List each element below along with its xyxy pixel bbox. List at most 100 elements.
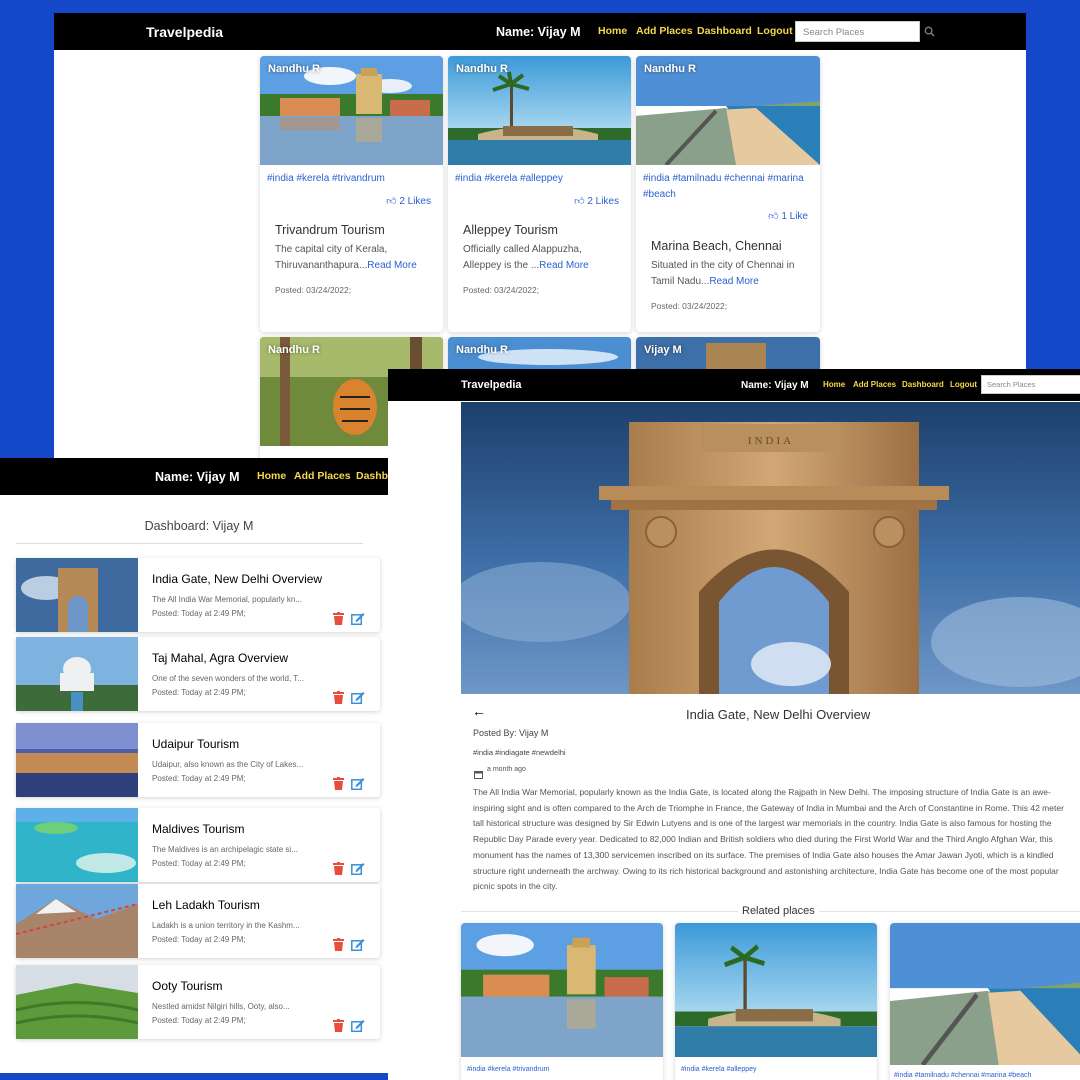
item-title[interactable]: Udaipur Tourism — [152, 737, 239, 751]
place-card[interactable]: Nandhu R #india #kerela #trivandrum 👍︎ 2… — [260, 56, 443, 332]
navbar: Travelpedia Name: Vijay M Home Add Place… — [54, 13, 1026, 50]
item-description: The All India War Memorial, popularly kn… — [152, 595, 302, 604]
tag-list[interactable]: #india #tamilnadu #chennai #marina #beac… — [894, 1068, 1031, 1080]
nav-dashboard-link[interactable]: Dashboard — [697, 25, 752, 37]
place-image: Nandhu R — [636, 56, 820, 165]
item-description: One of the seven wonders of the world, T… — [152, 674, 304, 683]
item-posted: Posted: Today at 2:49 PM; — [152, 859, 246, 868]
item-posted: Posted: Today at 2:49 PM; — [152, 935, 246, 944]
card-title[interactable]: Trivandrum Tourism — [275, 223, 385, 237]
related-card[interactable]: #india #kerela #alleppey — [675, 923, 877, 1080]
like-count: 2 Likes — [587, 196, 619, 207]
place-thumbnail — [16, 558, 138, 632]
edit-icon[interactable] — [351, 938, 365, 954]
item-description: The Maldives is an archipelagic state si… — [152, 845, 298, 854]
brand-logo[interactable]: Travelpedia — [146, 24, 223, 40]
edit-icon[interactable] — [351, 862, 365, 878]
navbar: Travelpedia Name: Vijay M Home Add Place… — [388, 369, 1080, 401]
delete-icon[interactable] — [333, 1019, 344, 1035]
item-title[interactable]: Leh Ladakh Tourism — [152, 898, 260, 912]
related-card[interactable]: #india #tamilnadu #chennai #marina #beac… — [890, 923, 1080, 1080]
card-title[interactable]: Marina Beach, Chennai — [651, 239, 782, 253]
time-ago: a month ago — [487, 766, 526, 773]
detail-tags[interactable]: #india #indiagate #newdelhi — [473, 748, 566, 757]
nav-add-places-link[interactable]: Add Places — [294, 470, 351, 482]
edit-icon[interactable] — [351, 777, 365, 793]
related-card[interactable]: #india #kerela #trivandrum — [461, 923, 663, 1080]
dashboard-item[interactable]: Ooty Tourism Nestled amidst Nilgiri hill… — [16, 965, 380, 1039]
dashboard-item[interactable]: Maldives Tourism The Maldives is an arch… — [16, 808, 380, 882]
item-description: Ladakh is a union territory in the Kashm… — [152, 921, 300, 930]
delete-icon[interactable] — [333, 612, 344, 628]
place-card[interactable]: Nandhu R #india #tamilnadu #chennai #mar… — [636, 56, 820, 332]
like-button[interactable]: 👍︎ 1 Like — [768, 210, 808, 222]
item-title[interactable]: India Gate, New Delhi Overview — [152, 572, 322, 586]
like-count: 2 Likes — [399, 196, 431, 207]
item-title[interactable]: Maldives Tourism — [152, 822, 244, 836]
place-card[interactable]: Nandhu R #india #kerela #alleppey 👍︎ 2 L… — [448, 56, 631, 332]
search-input[interactable]: Search Places — [981, 375, 1080, 394]
delete-icon[interactable] — [333, 862, 344, 878]
navbar: Name: Vijay M Home Add Places Dashboard — [0, 458, 388, 495]
item-title[interactable]: Taj Mahal, Agra Overview — [152, 651, 288, 665]
card-title[interactable]: Alleppey Tourism — [463, 223, 558, 237]
user-name: Name: Vijay M — [741, 380, 809, 391]
delete-icon[interactable] — [333, 777, 344, 793]
nav-logout-link[interactable]: Logout — [950, 380, 977, 389]
author-label: Vijay M — [644, 344, 682, 356]
brand-logo[interactable]: Travelpedia — [461, 379, 522, 391]
item-posted: Posted: Today at 2:49 PM; — [152, 1016, 246, 1025]
edit-icon[interactable] — [351, 612, 365, 628]
search-placeholder: Search Places — [987, 380, 1036, 389]
place-image — [675, 923, 877, 1057]
delete-icon[interactable] — [333, 938, 344, 954]
author-label: Nandhu R — [456, 63, 508, 75]
author-label: Nandhu R — [456, 344, 508, 356]
place-image: Nandhu R — [448, 56, 631, 165]
monument-inscription: INDIA — [748, 435, 794, 447]
like-button[interactable]: 👍︎ 2 Likes — [386, 195, 431, 207]
thumbs-up-icon: 👍︎ — [574, 196, 585, 207]
nav-dashboard-link[interactable]: Dashboard — [902, 380, 944, 389]
like-button[interactable]: 👍︎ 2 Likes — [574, 195, 619, 207]
delete-icon[interactable] — [333, 691, 344, 707]
dashboard-item[interactable]: Taj Mahal, Agra Overview One of the seve… — [16, 637, 380, 711]
nav-add-places-link[interactable]: Add Places — [853, 380, 896, 389]
dashboard-heading: Dashboard: Vijay M — [144, 519, 254, 533]
item-description: Udaipur, also known as the City of Lakes… — [152, 760, 304, 769]
place-thumbnail — [16, 723, 138, 797]
back-arrow-icon[interactable]: ← — [472, 703, 486, 719]
read-more-link[interactable]: Read More — [709, 276, 758, 287]
nav-dashboard-link[interactable]: Dashboard — [356, 470, 388, 482]
dashboard-item[interactable]: India Gate, New Delhi Overview The All I… — [16, 558, 380, 632]
item-posted: Posted: Today at 2:49 PM; — [152, 688, 246, 697]
nav-add-places-link[interactable]: Add Places — [636, 25, 693, 37]
tag-list[interactable]: #india #kerela #alleppey — [455, 171, 625, 187]
search-icon[interactable] — [924, 24, 936, 37]
user-name: Name: Vijay M — [496, 25, 581, 39]
search-placeholder: Search Places — [803, 27, 865, 38]
read-more-link[interactable]: Read More — [539, 260, 588, 271]
nav-home-link[interactable]: Home — [257, 470, 286, 482]
tag-list[interactable]: #india #kerela #trivandrum — [267, 171, 437, 187]
read-more-link[interactable]: Read More — [367, 260, 416, 271]
like-count: 1 Like — [781, 211, 808, 222]
nav-home-link[interactable]: Home — [598, 25, 627, 37]
dashboard-item[interactable]: Leh Ladakh Tourism Ladakh is a union ter… — [16, 884, 380, 958]
place-thumbnail — [16, 637, 138, 711]
edit-icon[interactable] — [351, 1019, 365, 1035]
item-title[interactable]: Ooty Tourism — [152, 979, 222, 993]
card-description: The capital city of Kerala, Thiruvananth… — [275, 242, 425, 274]
place-thumbnail — [16, 808, 138, 882]
card-description: Officially called Alappuzha, Alleppey is… — [463, 242, 613, 274]
divider — [16, 543, 363, 544]
dashboard-item[interactable]: Udaipur Tourism Udaipur, also known as t… — [16, 723, 380, 797]
nav-logout-link[interactable]: Logout — [757, 25, 793, 37]
nav-home-link[interactable]: Home — [823, 380, 845, 389]
edit-icon[interactable] — [351, 691, 365, 707]
place-thumbnail — [16, 965, 138, 1039]
tag-list[interactable]: #india #kerela #trivandrum — [467, 1062, 550, 1078]
tag-list[interactable]: #india #tamilnadu #chennai #marina #beac… — [643, 171, 813, 203]
tag-list[interactable]: #india #kerela #alleppey — [681, 1062, 757, 1078]
search-input[interactable]: Search Places — [795, 21, 920, 42]
